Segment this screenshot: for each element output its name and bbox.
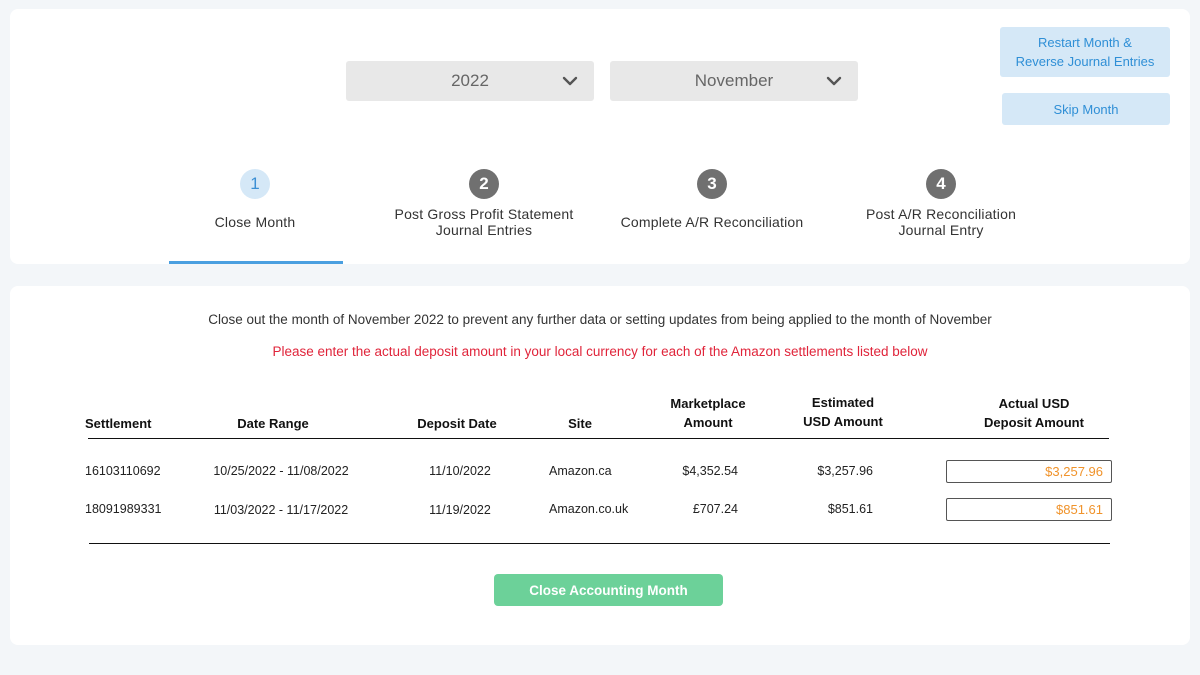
step-post-ar-reconciliation[interactable]: 4 Post A/R Reconciliation Journal Entry [831, 169, 1051, 238]
cell-date-range: 11/03/2022 - 11/17/2022 [213, 503, 349, 517]
column-header-line1: Actual USD [998, 396, 1070, 411]
step-label-line1: Complete A/R Reconciliation [620, 214, 804, 230]
step-label-line2: Journal Entry [898, 222, 984, 238]
cell-site: Amazon.co.uk [549, 502, 629, 516]
step-close-month[interactable]: 1 Close Month [145, 169, 365, 230]
column-header-line1: Marketplace [670, 396, 746, 411]
column-header-settlement: Settlement [85, 416, 152, 431]
chevron-down-icon [562, 76, 578, 86]
actual-usd-deposit-input[interactable] [946, 460, 1112, 483]
year-select-value: 2022 [451, 71, 489, 90]
column-header-site: Site [568, 416, 592, 431]
column-header-date-range: Date Range [237, 416, 309, 431]
close-accounting-month-button[interactable]: Close Accounting Month [494, 574, 723, 606]
step-complete-ar-reconciliation[interactable]: 3 Complete A/R Reconciliation [602, 169, 822, 230]
step-label-line1: Close Month [214, 214, 296, 230]
active-step-underline [169, 261, 343, 264]
table-footer-divider [89, 543, 1110, 544]
cell-marketplace-amount: £707.24 [692, 502, 738, 516]
cell-settlement: 18091989331 [85, 502, 162, 516]
step-label-line2: Journal Entries [435, 222, 533, 238]
column-header-line1: Estimated [811, 395, 875, 410]
cell-estimated-usd: $851.61 [827, 502, 873, 516]
step-number-badge: 3 [697, 169, 727, 199]
month-select-value: November [694, 71, 774, 90]
restart-month-button-line1: Restart Month & [1038, 35, 1132, 50]
month-select[interactable]: November [610, 61, 858, 101]
cell-deposit-date: 11/10/2022 [429, 464, 491, 478]
year-select[interactable]: 2022 [346, 61, 594, 101]
step-label: Post Gross Profit Statement Journal Entr… [374, 206, 594, 238]
column-header-estimated-usd: Estimated USD Amount [783, 393, 903, 431]
step-label: Complete A/R Reconciliation [602, 214, 822, 230]
column-header-line2: Amount [683, 415, 733, 430]
close-month-card: Close out the month of November 2022 to … [10, 286, 1190, 645]
step-label: Close Month [145, 214, 365, 230]
cell-settlement: 16103110692 [85, 464, 161, 478]
table-header-divider [88, 438, 1109, 439]
restart-month-button-line2: Reverse Journal Entries [1015, 54, 1155, 69]
cell-estimated-usd: $3,257.96 [817, 464, 873, 478]
restart-month-button[interactable]: Restart Month & Reverse Journal Entries [1000, 27, 1170, 77]
column-header-line2: Deposit Amount [984, 415, 1084, 430]
cell-date-range: 10/25/2022 - 11/08/2022 [213, 464, 349, 478]
column-header-deposit-date: Deposit Date [417, 416, 497, 431]
cell-marketplace-amount: $4,352.54 [682, 464, 738, 478]
skip-month-button[interactable]: Skip Month [1002, 93, 1170, 125]
step-label-line1: Post Gross Profit Statement [394, 206, 574, 222]
cell-deposit-date: 11/19/2022 [429, 503, 491, 517]
month-close-header-card: 2022 November Restart Month & Reverse Jo… [10, 9, 1190, 264]
column-header-line2: USD Amount [803, 414, 883, 429]
intro-text: Close out the month of November 2022 to … [208, 312, 992, 327]
step-number-badge: 4 [926, 169, 956, 199]
column-header-actual-usd: Actual USD Deposit Amount [964, 394, 1104, 432]
step-label: Post A/R Reconciliation Journal Entry [831, 206, 1051, 238]
cell-site: Amazon.ca [549, 464, 612, 478]
step-number-badge: 2 [469, 169, 499, 199]
step-label-line1: Post A/R Reconciliation [865, 206, 1017, 222]
step-number-badge: 1 [240, 169, 270, 199]
actual-usd-deposit-input[interactable] [946, 498, 1112, 521]
chevron-down-icon [826, 76, 842, 86]
column-header-marketplace-amount: Marketplace Amount [648, 394, 768, 432]
warning-text: Please enter the actual deposit amount i… [272, 344, 928, 359]
step-post-gross-profit[interactable]: 2 Post Gross Profit Statement Journal En… [374, 169, 594, 238]
